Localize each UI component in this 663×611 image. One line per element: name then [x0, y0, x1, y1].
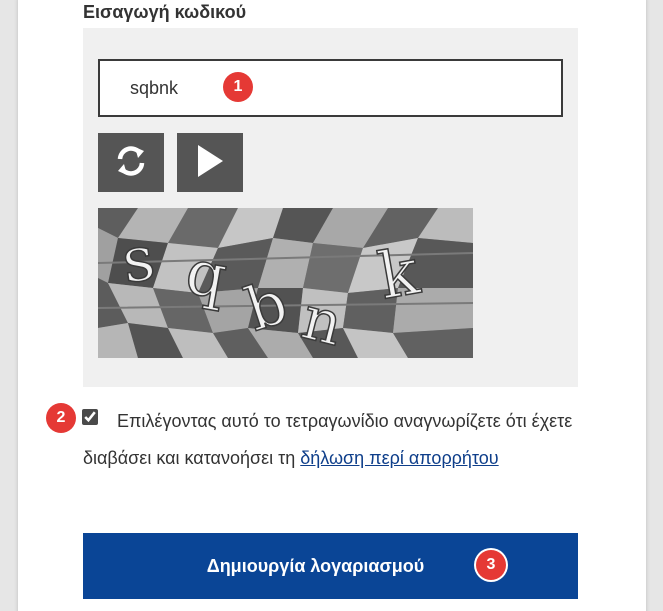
- play-audio-button[interactable]: [177, 133, 243, 192]
- step-badge-2: 2: [46, 403, 76, 433]
- captcha-heading: Εισαγωγή κωδικού: [83, 2, 247, 22]
- consent-text: Επιλέγοντας αυτό το τετραγωνίδιο αναγνωρ…: [83, 403, 583, 477]
- step-badge-1: 1: [223, 72, 253, 102]
- captcha-input[interactable]: [98, 59, 563, 117]
- step-badge-3: 3: [476, 550, 506, 580]
- play-audio-icon: [195, 143, 225, 182]
- privacy-statement-link[interactable]: δήλωση περί απορρήτου: [300, 448, 498, 468]
- refresh-captcha-button[interactable]: [98, 133, 164, 192]
- captcha-image: s q b n k: [98, 208, 473, 358]
- refresh-icon: [112, 142, 150, 183]
